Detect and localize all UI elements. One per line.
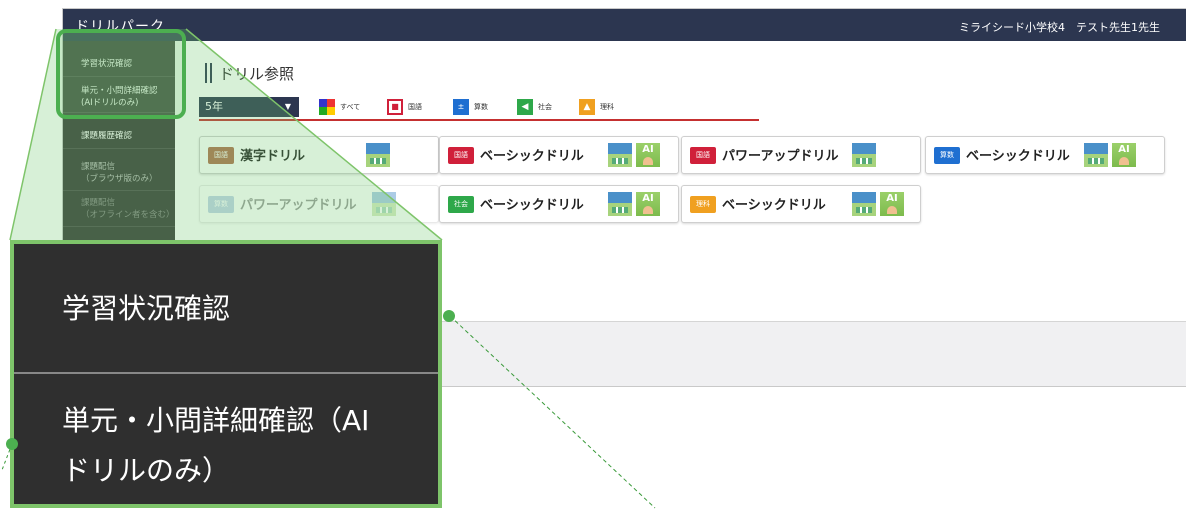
tab-underline — [199, 119, 759, 121]
drill-title: ベーシックドリル — [480, 149, 584, 164]
subject-badge: 社会 — [448, 196, 474, 213]
drill-title: ベーシックドリル — [722, 198, 826, 213]
zoom-item-line: 単元・小問詳細確認（AI — [62, 404, 370, 437]
sidebar-item-sublabel: （オフライン者を含む） — [81, 210, 175, 220]
drill-title: ベーシックドリル — [480, 198, 584, 213]
user-name: ミライシード小学校4 テスト先生1先生 — [959, 21, 1160, 34]
common-drill-icon — [608, 143, 632, 167]
ai-drill-icon: AI — [636, 143, 660, 167]
drill-card-japanese-powerup[interactable]: 国語 パワーアップドリル — [681, 136, 921, 174]
tab-social[interactable]: ◀ 社会 — [517, 99, 552, 115]
subject-badge: 国語 — [208, 147, 234, 164]
drill-card-science-basic[interactable]: 理科 ベーシックドリル AI — [681, 185, 921, 223]
tab-label: 算数 — [474, 103, 488, 111]
zoom-item-learning-status: 学習状況確認 — [14, 244, 438, 374]
drill-card-math-basic[interactable]: 算数 ベーシックドリル AI — [925, 136, 1165, 174]
zoom-cone-edge-left — [9, 28, 57, 241]
common-drill-icon — [366, 143, 390, 167]
sidebar-item-sublabel: （ブラウザ版のみ） — [81, 174, 158, 184]
common-drill-icon — [1084, 143, 1108, 167]
science-icon: ▲ — [579, 99, 595, 115]
drill-title: パワーアップドリル — [722, 149, 839, 164]
drill-title: パワーアップドリル — [240, 198, 357, 213]
subject-badge: 国語 — [448, 147, 474, 164]
japanese-icon: ■ — [387, 99, 403, 115]
tab-label: すべて — [340, 103, 361, 111]
title-bar-mark — [205, 63, 207, 83]
sidebar-item-label: 課題履歴確認 — [81, 131, 133, 141]
tab-label: 理科 — [600, 103, 614, 111]
drill-card-math-powerup[interactable]: 算数 パワーアップドリル — [199, 185, 439, 223]
tab-science[interactable]: ▲ 理科 — [579, 99, 614, 115]
zoom-item-line: ドリルのみ） — [62, 454, 231, 487]
sidebar-item-label: 課題配信 — [81, 198, 116, 208]
tab-math[interactable]: ± 算数 — [453, 99, 488, 115]
sidebar-item-assignment-history[interactable]: 課題履歴確認 — [63, 123, 175, 149]
tab-all[interactable]: すべて — [319, 99, 360, 115]
ai-drill-icon: AI — [1112, 143, 1136, 167]
drill-title: 漢字ドリル — [240, 149, 306, 164]
common-drill-icon — [372, 192, 396, 216]
drill-card-kanji[interactable]: 国語 漢字ドリル — [199, 136, 439, 174]
highlight-box — [56, 29, 186, 119]
social-icon: ◀ — [517, 99, 533, 115]
subject-filter-tabs: すべて ■ 国語 ± 算数 ◀ 社会 ▲ 理科 — [175, 97, 1186, 117]
subject-badge: 算数 — [934, 147, 960, 164]
common-drill-icon — [852, 143, 876, 167]
common-drill-icon — [608, 192, 632, 216]
ai-drill-icon: AI — [880, 192, 904, 216]
drill-title: ベーシックドリル — [966, 149, 1070, 164]
sidebar-item-assign-browser[interactable]: 課題配信 （ブラウザ版のみ） — [63, 157, 175, 191]
zoom-item-unit-detail: 単元・小問詳細確認（AI ドリルのみ） — [14, 376, 438, 506]
tab-japanese[interactable]: ■ 国語 — [387, 99, 422, 115]
drill-card-social-basic[interactable]: 社会 ベーシックドリル AI — [439, 185, 679, 223]
top-bar: ドリルパーク ミライシード小学校4 テスト先生1先生 — [63, 9, 1186, 41]
tab-label: 国語 — [408, 103, 422, 111]
sidebar-item-assign-offline[interactable]: 課題配信 （オフライン者を含む） — [63, 193, 175, 227]
subject-badge: 算数 — [208, 196, 234, 213]
drill-card-japanese-basic[interactable]: 国語 ベーシックドリル AI — [439, 136, 679, 174]
subject-badge: 国語 — [690, 147, 716, 164]
common-drill-icon — [852, 192, 876, 216]
page-title: ドリル参照 — [219, 65, 295, 83]
sidebar-item-label: 課題配信 — [81, 162, 116, 172]
zoom-panel: 学習状況確認 単元・小問詳細確認（AI ドリルのみ） — [10, 240, 442, 508]
ai-drill-icon: AI — [636, 192, 660, 216]
tab-label: 社会 — [538, 103, 552, 111]
math-icon: ± — [453, 99, 469, 115]
all-subjects-icon — [319, 99, 335, 115]
subject-badge: 理科 — [690, 196, 716, 213]
